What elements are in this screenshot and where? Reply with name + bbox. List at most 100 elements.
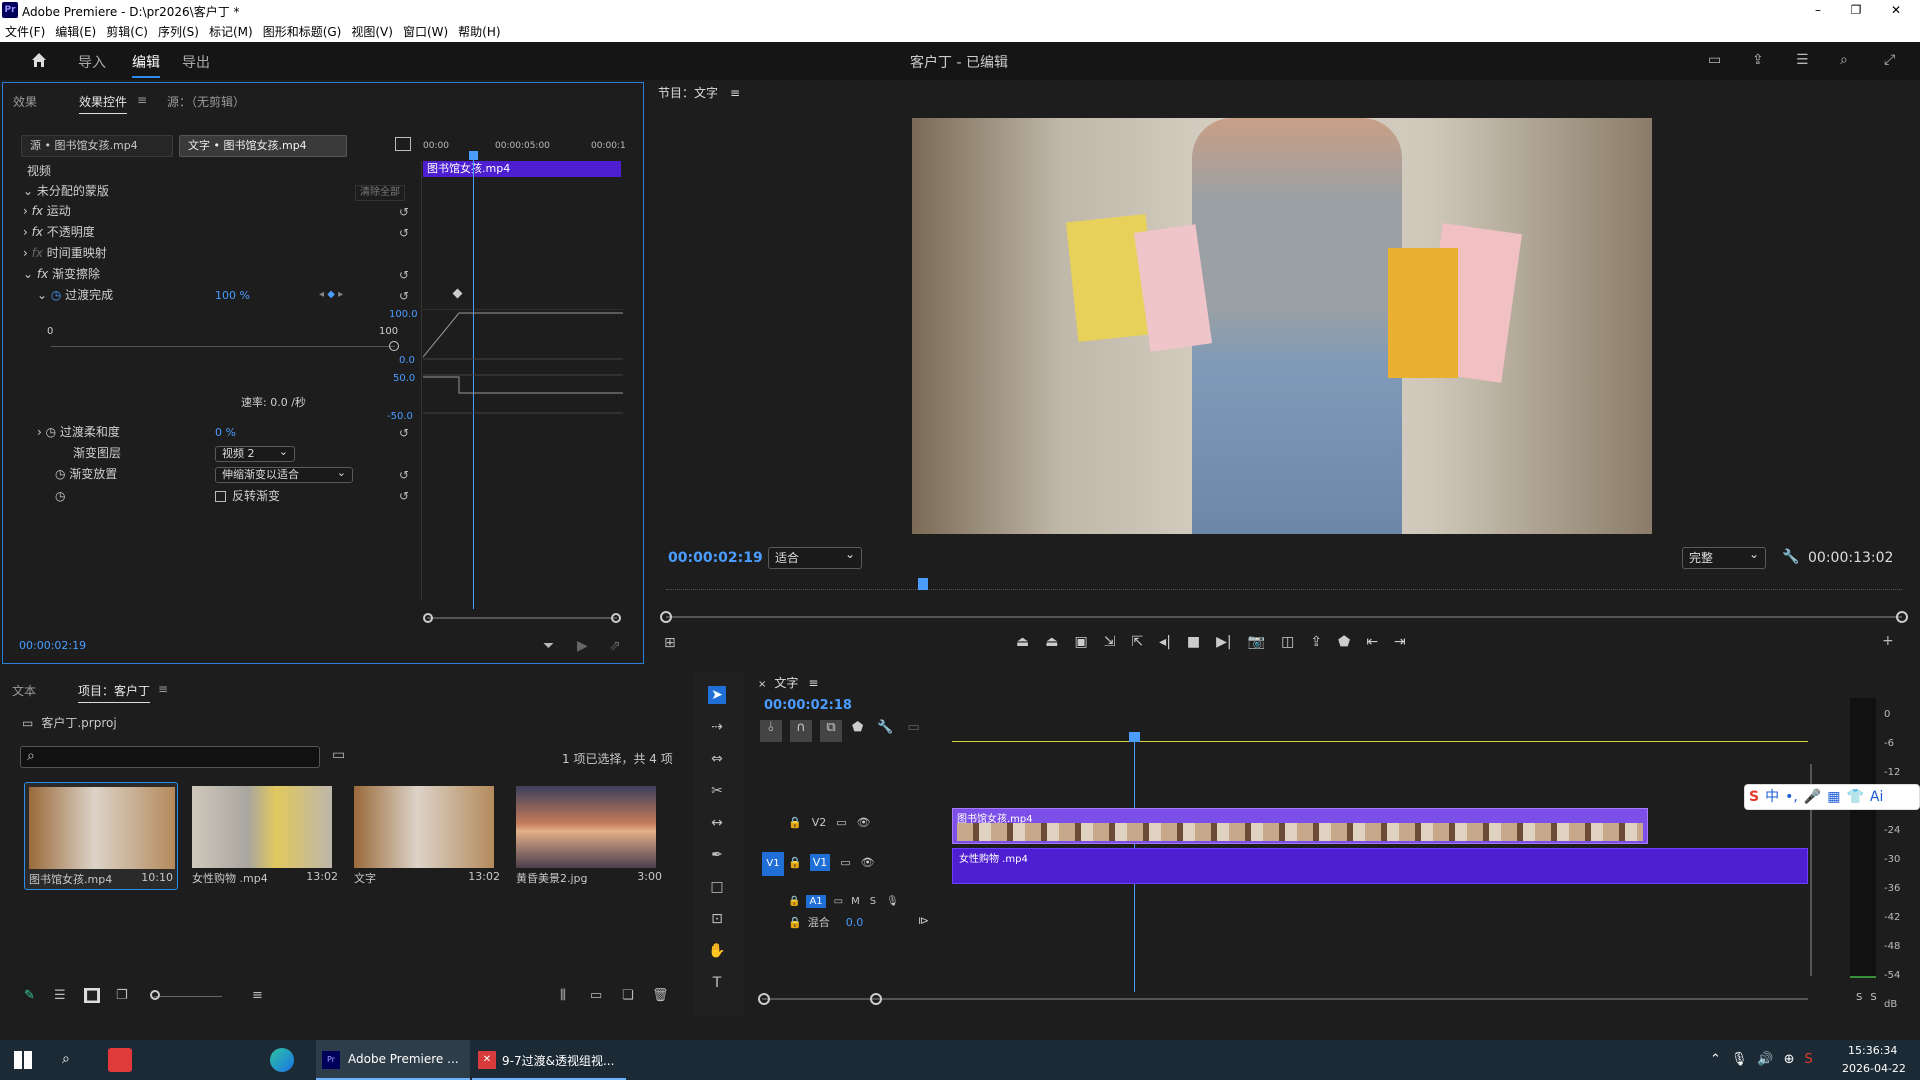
chevron-right-icon[interactable]: ›	[23, 246, 32, 260]
project-item[interactable]: 女性购物 .mp4 13:02	[188, 782, 342, 890]
panel-menu-icon[interactable]: ≡	[158, 682, 168, 696]
filter-icon[interactable]: ⏷	[543, 639, 554, 653]
reset-icon[interactable]: ↺	[399, 468, 409, 482]
clip-v1[interactable]: 女性购物 .mp4	[952, 848, 1808, 884]
razor-icon[interactable]: ✂	[708, 782, 726, 800]
timeline-timecode[interactable]: 00:00:02:18	[764, 698, 852, 713]
pen-icon[interactable]: ✒	[708, 846, 726, 864]
mask-row[interactable]: ⌄ 未分配的蒙版	[23, 181, 109, 201]
reset-icon[interactable]: ↺	[399, 489, 409, 503]
chevron-right-icon[interactable]: ›	[23, 225, 32, 239]
selection-tool-icon[interactable]: ➤	[708, 686, 726, 704]
layer-dropdown[interactable]: 视频 2	[215, 445, 295, 462]
fullscreen-icon[interactable]: ⤢	[1884, 53, 1895, 67]
scroll-handle-right[interactable]	[611, 613, 621, 623]
track-v1-header[interactable]: 🔒 V1 ▭ 👁	[788, 854, 948, 876]
invert-stopwatch-icon[interactable]: ◷	[55, 486, 65, 506]
placement-dropdown[interactable]: 伸缩渐变以适合	[215, 466, 353, 483]
lock-icon[interactable]: 🔒	[788, 856, 802, 869]
eye-icon[interactable]: 👁	[861, 856, 875, 869]
mark-clip-icon[interactable]: ▣	[1074, 634, 1087, 650]
taskbar-wps[interactable]: ✕ 9-7过渡&透视组视...	[472, 1040, 626, 1080]
softness-row[interactable]: › ◷ 过渡柔和度	[37, 422, 120, 442]
scroll-handle-right[interactable]	[1896, 611, 1908, 623]
maximize-button[interactable]: ❐	[1838, 0, 1874, 22]
menu-file[interactable]: 文件(F)	[0, 22, 50, 42]
mic-icon[interactable]: 🎙	[1731, 1052, 1748, 1067]
start-icon[interactable]	[14, 1051, 32, 1069]
extract-icon[interactable]: ⏏	[1045, 634, 1058, 650]
lock-icon[interactable]: 🔒	[788, 916, 802, 929]
captions-icon[interactable]: ▭	[908, 720, 920, 735]
wrench-icon[interactable]: 🔧	[877, 720, 893, 735]
camera-icon[interactable]: 📷	[1248, 634, 1265, 650]
go-out-icon[interactable]: ⇥	[1394, 634, 1406, 650]
marker-icon[interactable]: ⬟	[1338, 634, 1350, 650]
timeline-tab[interactable]: × 文字 ≡	[758, 674, 818, 691]
search-input[interactable]	[45, 749, 315, 765]
program-playhead[interactable]	[918, 578, 928, 590]
trash-icon[interactable]: 🗑	[652, 988, 669, 1003]
taskbar-app-icon[interactable]	[108, 1048, 132, 1072]
compare-icon[interactable]: ◫	[1281, 634, 1294, 650]
linked-selection-icon[interactable]: ∩	[790, 720, 812, 742]
keyframe-diamond-icon[interactable]: ◆	[327, 289, 335, 300]
export-frame-icon[interactable]: ⇪	[1310, 634, 1322, 650]
menu-clip[interactable]: 剪辑(C)	[101, 22, 153, 42]
marker-icon[interactable]: ⬟	[852, 720, 863, 735]
share-icon[interactable]: ⇪	[1752, 53, 1764, 67]
mix-value[interactable]: 0.0	[846, 916, 864, 929]
keyframe-scrollbar[interactable]	[427, 617, 617, 619]
keyframe-diamond-icon[interactable]	[452, 288, 463, 299]
close-button[interactable]: ✕	[1876, 0, 1916, 22]
scroll-handle-left[interactable]	[758, 993, 770, 1005]
go-in-icon[interactable]: ⇤	[1366, 634, 1378, 650]
mix-track-header[interactable]: 🔒 混合 0.0 ⧐	[788, 914, 968, 932]
automate-icon[interactable]: ⫼	[560, 988, 566, 1003]
program-tab[interactable]: 节目：文字 ≡	[658, 84, 740, 101]
menu-help[interactable]: 帮助(H)	[453, 22, 505, 42]
hand-icon[interactable]: ✋	[708, 942, 726, 960]
search-icon[interactable]: ⌕	[62, 1052, 70, 1066]
menu-marker[interactable]: 标记(M)	[204, 22, 258, 42]
panel-menu-icon[interactable]: ≡	[730, 86, 740, 100]
panel-menu-icon[interactable]: ≡	[808, 676, 818, 690]
chevron-up-icon[interactable]: ⌃	[1710, 1052, 1721, 1067]
opacity-row[interactable]: › fx 不透明度	[23, 222, 95, 242]
insert-icon[interactable]: ⇲	[1104, 634, 1116, 650]
clip-v2[interactable]: 图书馆女孩.mp4	[952, 808, 1648, 844]
tab-text[interactable]: 文本	[12, 682, 36, 699]
mute-button[interactable]: M	[851, 896, 860, 907]
overwrite-icon[interactable]: ⇱	[1131, 634, 1143, 650]
chevron-down-icon[interactable]: ⌄	[23, 184, 37, 198]
video-frame[interactable]	[912, 118, 1652, 534]
invert-checkbox[interactable]	[215, 491, 226, 502]
project-item[interactable]: 图书馆女孩.mp4 10:10	[24, 782, 178, 890]
chevron-right-icon[interactable]: ›	[37, 425, 46, 439]
ime-toolbar[interactable]: S 中 •, 🎤 ▦ 👕 Ai	[1744, 784, 1920, 810]
clock-time[interactable]: 15:36:34	[1848, 1044, 1897, 1057]
reset-icon[interactable]: ↺	[399, 426, 409, 440]
keyframe-nav[interactable]: ◂ ◆ ▸	[319, 285, 343, 305]
tab-export[interactable]: 导出	[182, 52, 210, 72]
ime-tray-icon[interactable]: S	[1805, 1052, 1813, 1067]
solo-button[interactable]: S	[870, 896, 876, 907]
motion-row[interactable]: › fx 运动	[23, 201, 71, 221]
snap-icon[interactable]: ⫰	[760, 720, 782, 742]
lock-icon[interactable]: 🔒	[788, 896, 800, 907]
source-clip-button[interactable]: 源 • 图书馆女孩.mp4	[21, 135, 173, 157]
network-icon[interactable]: ⊕	[1784, 1052, 1795, 1067]
menu-window[interactable]: 窗口(W)	[398, 22, 453, 42]
quality-dropdown[interactable]: 完整	[1682, 546, 1766, 569]
rectangle-icon[interactable]: □	[708, 878, 726, 896]
completion-slider[interactable]	[51, 346, 395, 347]
placement-row[interactable]: ◷ 渐变放置	[55, 464, 117, 484]
track-v2-header[interactable]: 🔒 V2 ▭ 👁	[788, 816, 948, 836]
tab-project[interactable]: 项目：客户丁	[78, 682, 151, 703]
solo-right-button[interactable]: S	[1870, 992, 1876, 1003]
ripple-edit-icon[interactable]: ⇔	[708, 750, 726, 768]
taskbar-premiere[interactable]: Pr Adobe Premiere ...	[316, 1040, 470, 1080]
invert-row[interactable]: 反转渐变	[215, 486, 280, 506]
slip-icon[interactable]: ↔	[708, 814, 726, 832]
scroll-handle-left[interactable]	[660, 611, 672, 623]
